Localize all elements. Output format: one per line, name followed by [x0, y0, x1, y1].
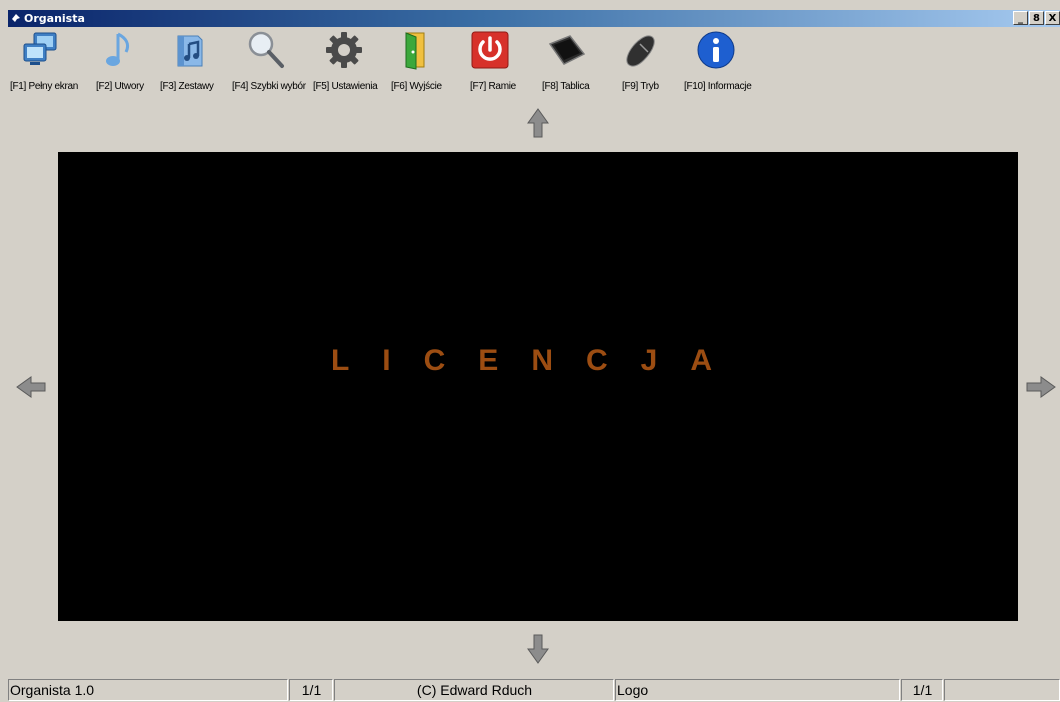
app-icon [12, 14, 20, 22]
tablet-icon [548, 35, 586, 65]
toolbar-button-quick-select[interactable]: [F4] Szybki wybór [232, 30, 308, 98]
status-app-name: Organista 1.0 [8, 679, 288, 701]
close-button[interactable]: X [1045, 11, 1060, 25]
power-icon [471, 31, 509, 69]
arrow-left-icon[interactable] [16, 376, 46, 398]
magnifier-icon [248, 31, 284, 68]
status-bar: Organista 1.0 1/1 (C) Edward Rduch Logo … [8, 679, 1060, 702]
info-icon [697, 31, 735, 69]
toolbar-label: [F7] Ramie [470, 81, 516, 92]
minimize-button[interactable]: _ [1013, 11, 1028, 25]
toolbar-button-exit[interactable]: [F6] Wyjście [390, 30, 442, 98]
toolbar-label: [F8] Tablica [542, 81, 590, 92]
maximize-button[interactable]: 8 [1029, 11, 1044, 25]
window-controls: _ 8 X [1012, 11, 1060, 26]
toolbar-label: [F4] Szybki wybór [232, 81, 306, 92]
toolbar-button-settings[interactable]: [F5] Ustawienia [312, 30, 378, 98]
toolbar-label: [F10] Informacje [684, 81, 752, 92]
toolbar-button-songs[interactable]: [F2] Utwory [94, 30, 144, 98]
arrow-right-icon[interactable] [1026, 376, 1056, 398]
status-page-right: 1/1 [901, 679, 943, 701]
toolbar-label: [F1] Pełny ekran [10, 81, 79, 92]
monitors-icon [23, 32, 57, 65]
gear-icon [326, 32, 362, 68]
music-note-icon [106, 32, 130, 66]
toolbar-label: [F6] Wyjście [391, 81, 442, 92]
mouse-icon [626, 35, 655, 67]
toolbar-label: [F5] Ustawienia [313, 81, 378, 92]
toolbar-button-board[interactable]: [F8] Tablica [538, 30, 594, 98]
status-logo: Logo [615, 679, 900, 701]
toolbar-label: [F9] Tryb [622, 81, 659, 92]
toolbar: [F1] Pełny ekran [F2] Utwory [F3] Zestaw… [8, 28, 1060, 100]
status-extra [944, 679, 1060, 701]
toolbar-label: [F3] Zestawy [160, 81, 214, 92]
toolbar-button-frame[interactable]: [F7] Ramie [466, 30, 516, 98]
title-bar[interactable]: Organista _ 8 X [8, 10, 1060, 27]
license-text: LICENCJA [330, 344, 745, 377]
arrow-down-icon[interactable] [527, 634, 549, 664]
toolbar-button-sets[interactable]: [F3] Zestawy [158, 30, 218, 98]
display-screen[interactable]: LICENCJA [58, 152, 1018, 621]
toolbar-button-info[interactable]: [F10] Informacje [682, 30, 754, 98]
music-folder-icon [177, 35, 203, 67]
status-copyright: (C) Edward Rduch [334, 679, 614, 701]
status-page-left: 1/1 [289, 679, 333, 701]
toolbar-button-fullscreen[interactable]: [F1] Pełny ekran [8, 30, 78, 98]
app-window: Organista _ 8 X [F1] Pełny ekran [F2] Ut… [8, 10, 1060, 702]
toolbar-label: [F2] Utwory [96, 81, 144, 92]
window-title: Organista [24, 12, 85, 25]
toolbar-button-mode[interactable]: [F9] Tryb [618, 30, 662, 98]
door-icon [405, 32, 425, 70]
arrow-up-icon[interactable] [527, 108, 549, 138]
